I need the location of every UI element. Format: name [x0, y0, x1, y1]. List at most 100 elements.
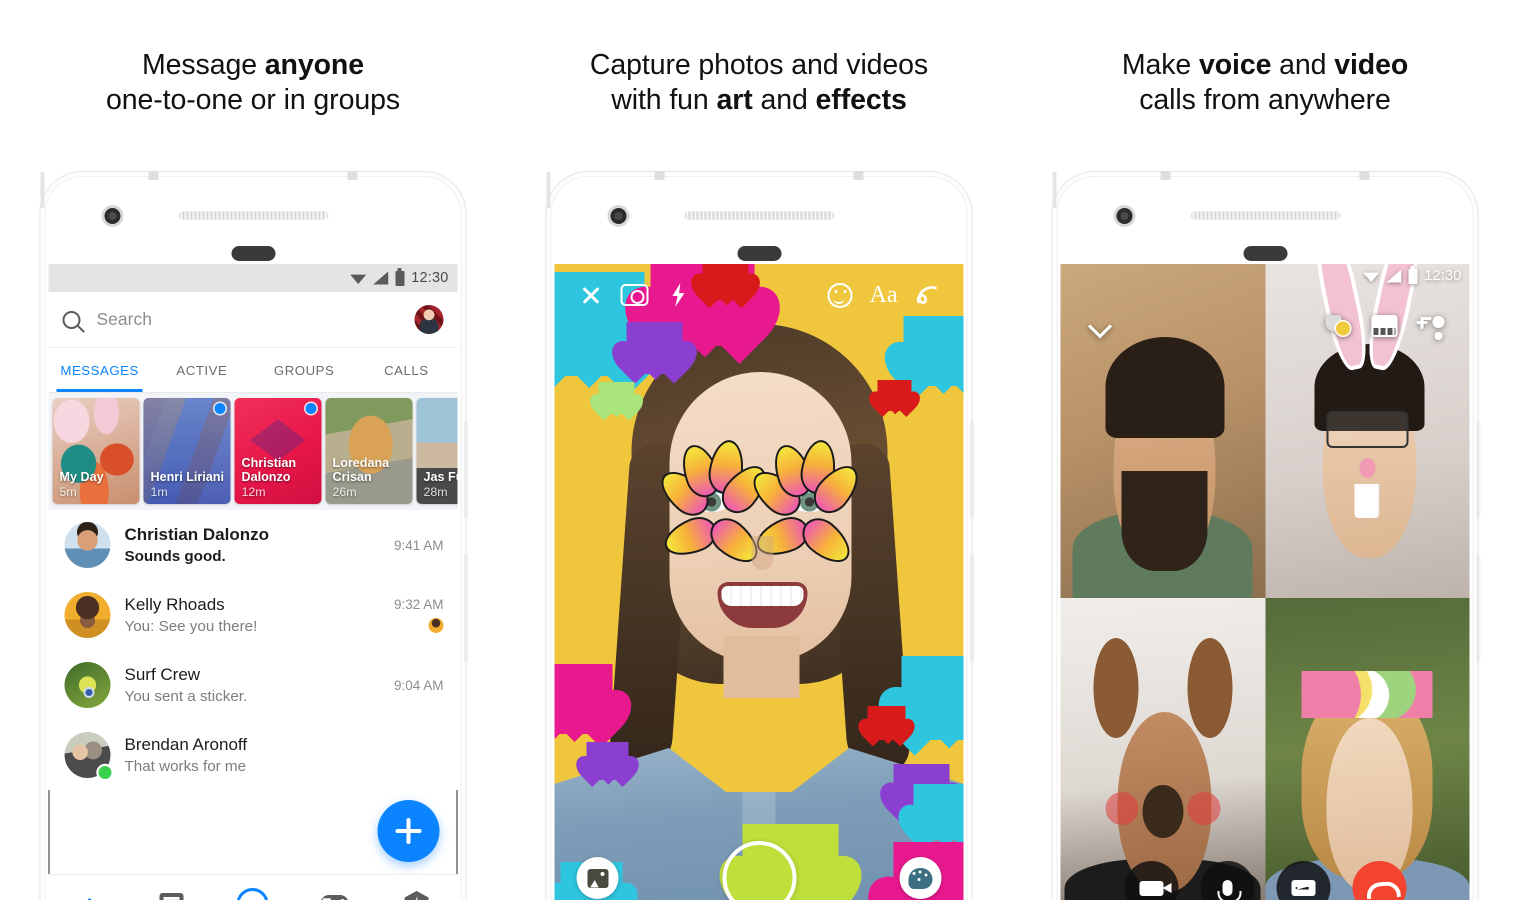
- headline-emphasis: effects: [815, 84, 907, 116]
- headline-messaging: Message anyone one-to-one or in groups: [0, 48, 506, 118]
- tab-groups[interactable]: GROUPS: [253, 348, 355, 392]
- bunny-teeth-effect: [1354, 484, 1380, 518]
- camera-viewfinder[interactable]: Aa: [554, 264, 964, 900]
- earpiece-speaker: [178, 211, 328, 220]
- flash-icon: [672, 283, 685, 307]
- search-input[interactable]: Search: [97, 309, 399, 330]
- phone-screen-calls: 12:30: [1060, 264, 1470, 900]
- antenna-line: [654, 171, 665, 180]
- unseen-dot-icon: [305, 403, 317, 414]
- chevron-down-icon: [1090, 316, 1110, 336]
- volume-button[interactable]: [970, 422, 975, 518]
- story-name: Henri Liriani: [150, 470, 224, 484]
- shutter-button[interactable]: [722, 841, 796, 900]
- story-tile[interactable]: Christian Dalonzo 12m: [234, 398, 322, 504]
- story-tile[interactable]: Loredana Crisan 26m: [325, 398, 413, 504]
- headline-emphasis: art: [716, 84, 753, 116]
- story-tile[interactable]: Jas Fun28m: [416, 398, 458, 504]
- phone-screen-camera: Aa: [554, 264, 964, 900]
- headline-text: with fun: [611, 84, 717, 116]
- signal-icon: [373, 271, 389, 285]
- minimize-call-button[interactable]: [1077, 316, 1123, 336]
- flower-crown-effect: [1301, 671, 1433, 719]
- online-badge-icon: [98, 766, 112, 779]
- switch-camera-button[interactable]: [1276, 861, 1330, 900]
- add-text-button[interactable]: Aa: [862, 283, 906, 307]
- nav-list[interactable]: [130, 893, 212, 900]
- flip-camera-button[interactable]: [613, 284, 657, 306]
- toggle-mic-button[interactable]: [1200, 861, 1254, 900]
- search-bar[interactable]: Search: [48, 292, 458, 348]
- conversation-time: 9:41 AM: [393, 537, 444, 553]
- tab-calls[interactable]: CALLS: [355, 348, 457, 392]
- nav-discover[interactable]: [376, 891, 458, 900]
- dog-face-effect: [1105, 791, 1139, 826]
- phone-mockup-camera: Aa: [546, 171, 975, 900]
- face-paint-effect: [652, 437, 775, 572]
- headline-text: Make: [1121, 49, 1199, 81]
- camera-circle-icon: [236, 887, 269, 900]
- power-button[interactable]: [464, 554, 469, 662]
- front-camera-icon: [104, 208, 121, 224]
- end-call-button[interactable]: [1352, 861, 1406, 900]
- antenna-line: [40, 190, 45, 208]
- add-person-icon: [1416, 315, 1445, 337]
- power-button[interactable]: [1476, 554, 1481, 662]
- story-tray[interactable]: My Day 5m Henri Liriani 1m Christian Dalon…: [48, 392, 458, 510]
- smiley-icon: [827, 282, 852, 308]
- power-button[interactable]: [970, 554, 975, 662]
- headline-text: and: [1271, 49, 1335, 81]
- table-row[interactable]: Brendan Aronoff That works for me: [49, 720, 458, 790]
- conversation-name: Surf Crew: [124, 664, 201, 684]
- story-name: Christian Dalonzo: [241, 455, 297, 485]
- stickers-button[interactable]: [818, 282, 862, 308]
- status-bar: 12:30: [48, 264, 458, 292]
- table-row[interactable]: Surf Crew You sent a sticker. 9:04 AM: [49, 650, 458, 720]
- story-time: 5m: [59, 484, 77, 499]
- avatar: [64, 592, 111, 638]
- add-participant-button[interactable]: [1408, 315, 1454, 337]
- new-message-button[interactable]: [377, 800, 440, 862]
- volume-button[interactable]: [464, 422, 469, 518]
- table-row[interactable]: Kelly Rhoads You: See you there! 9:32 AM: [49, 580, 458, 650]
- wifi-icon: [1363, 272, 1380, 282]
- doodle-button[interactable]: [906, 283, 950, 307]
- flash-button[interactable]: [657, 283, 701, 307]
- call-effects-button[interactable]: [1316, 315, 1362, 337]
- close-camera-button[interactable]: [569, 285, 613, 306]
- profile-avatar[interactable]: [414, 305, 444, 334]
- nav-games[interactable]: [294, 895, 376, 900]
- story-time: 12m: [241, 484, 266, 499]
- panel-calls: Make voice and video calls from anywhere: [1012, 0, 1518, 900]
- screen-share-button[interactable]: [1362, 315, 1408, 337]
- tab-messages[interactable]: MESSAGES: [49, 348, 151, 392]
- nav-camera[interactable]: [212, 887, 294, 900]
- front-camera-icon: [610, 208, 627, 224]
- effects-button[interactable]: [899, 857, 942, 899]
- avatar: [64, 662, 111, 708]
- story-time: 26m: [332, 484, 357, 499]
- story-tile[interactable]: My Day 5m: [52, 398, 140, 504]
- camera-top-toolbar: Aa: [555, 270, 964, 320]
- status-time: 12:30: [411, 270, 449, 286]
- video-camera-icon: [1139, 880, 1171, 896]
- conversation-name: Brendan Aronoff: [124, 734, 248, 754]
- story-name: Loredana Crisan: [332, 455, 390, 485]
- headline-subline: one-to-one or in groups: [106, 84, 400, 116]
- open-gallery-button[interactable]: [576, 857, 619, 899]
- dog-face-effect: [1187, 791, 1221, 826]
- bottom-navigation: [48, 874, 458, 900]
- antenna-line: [1160, 171, 1171, 180]
- toggle-video-button[interactable]: [1124, 861, 1178, 900]
- search-icon: [62, 310, 81, 329]
- call-top-toolbar: [1061, 306, 1470, 346]
- volume-button[interactable]: [1476, 422, 1481, 518]
- antenna-line: [1359, 171, 1370, 180]
- table-row[interactable]: Christian Dalonzo Sounds good. 9:41 AM: [49, 510, 458, 580]
- tab-active-indicator: [56, 389, 143, 392]
- tab-active[interactable]: ACTIVE: [151, 348, 253, 392]
- signal-icon: [1386, 269, 1402, 283]
- subject-photo: [607, 324, 911, 794]
- glasses: [1326, 410, 1409, 448]
- story-tile[interactable]: Henri Liriani 1m: [143, 398, 231, 504]
